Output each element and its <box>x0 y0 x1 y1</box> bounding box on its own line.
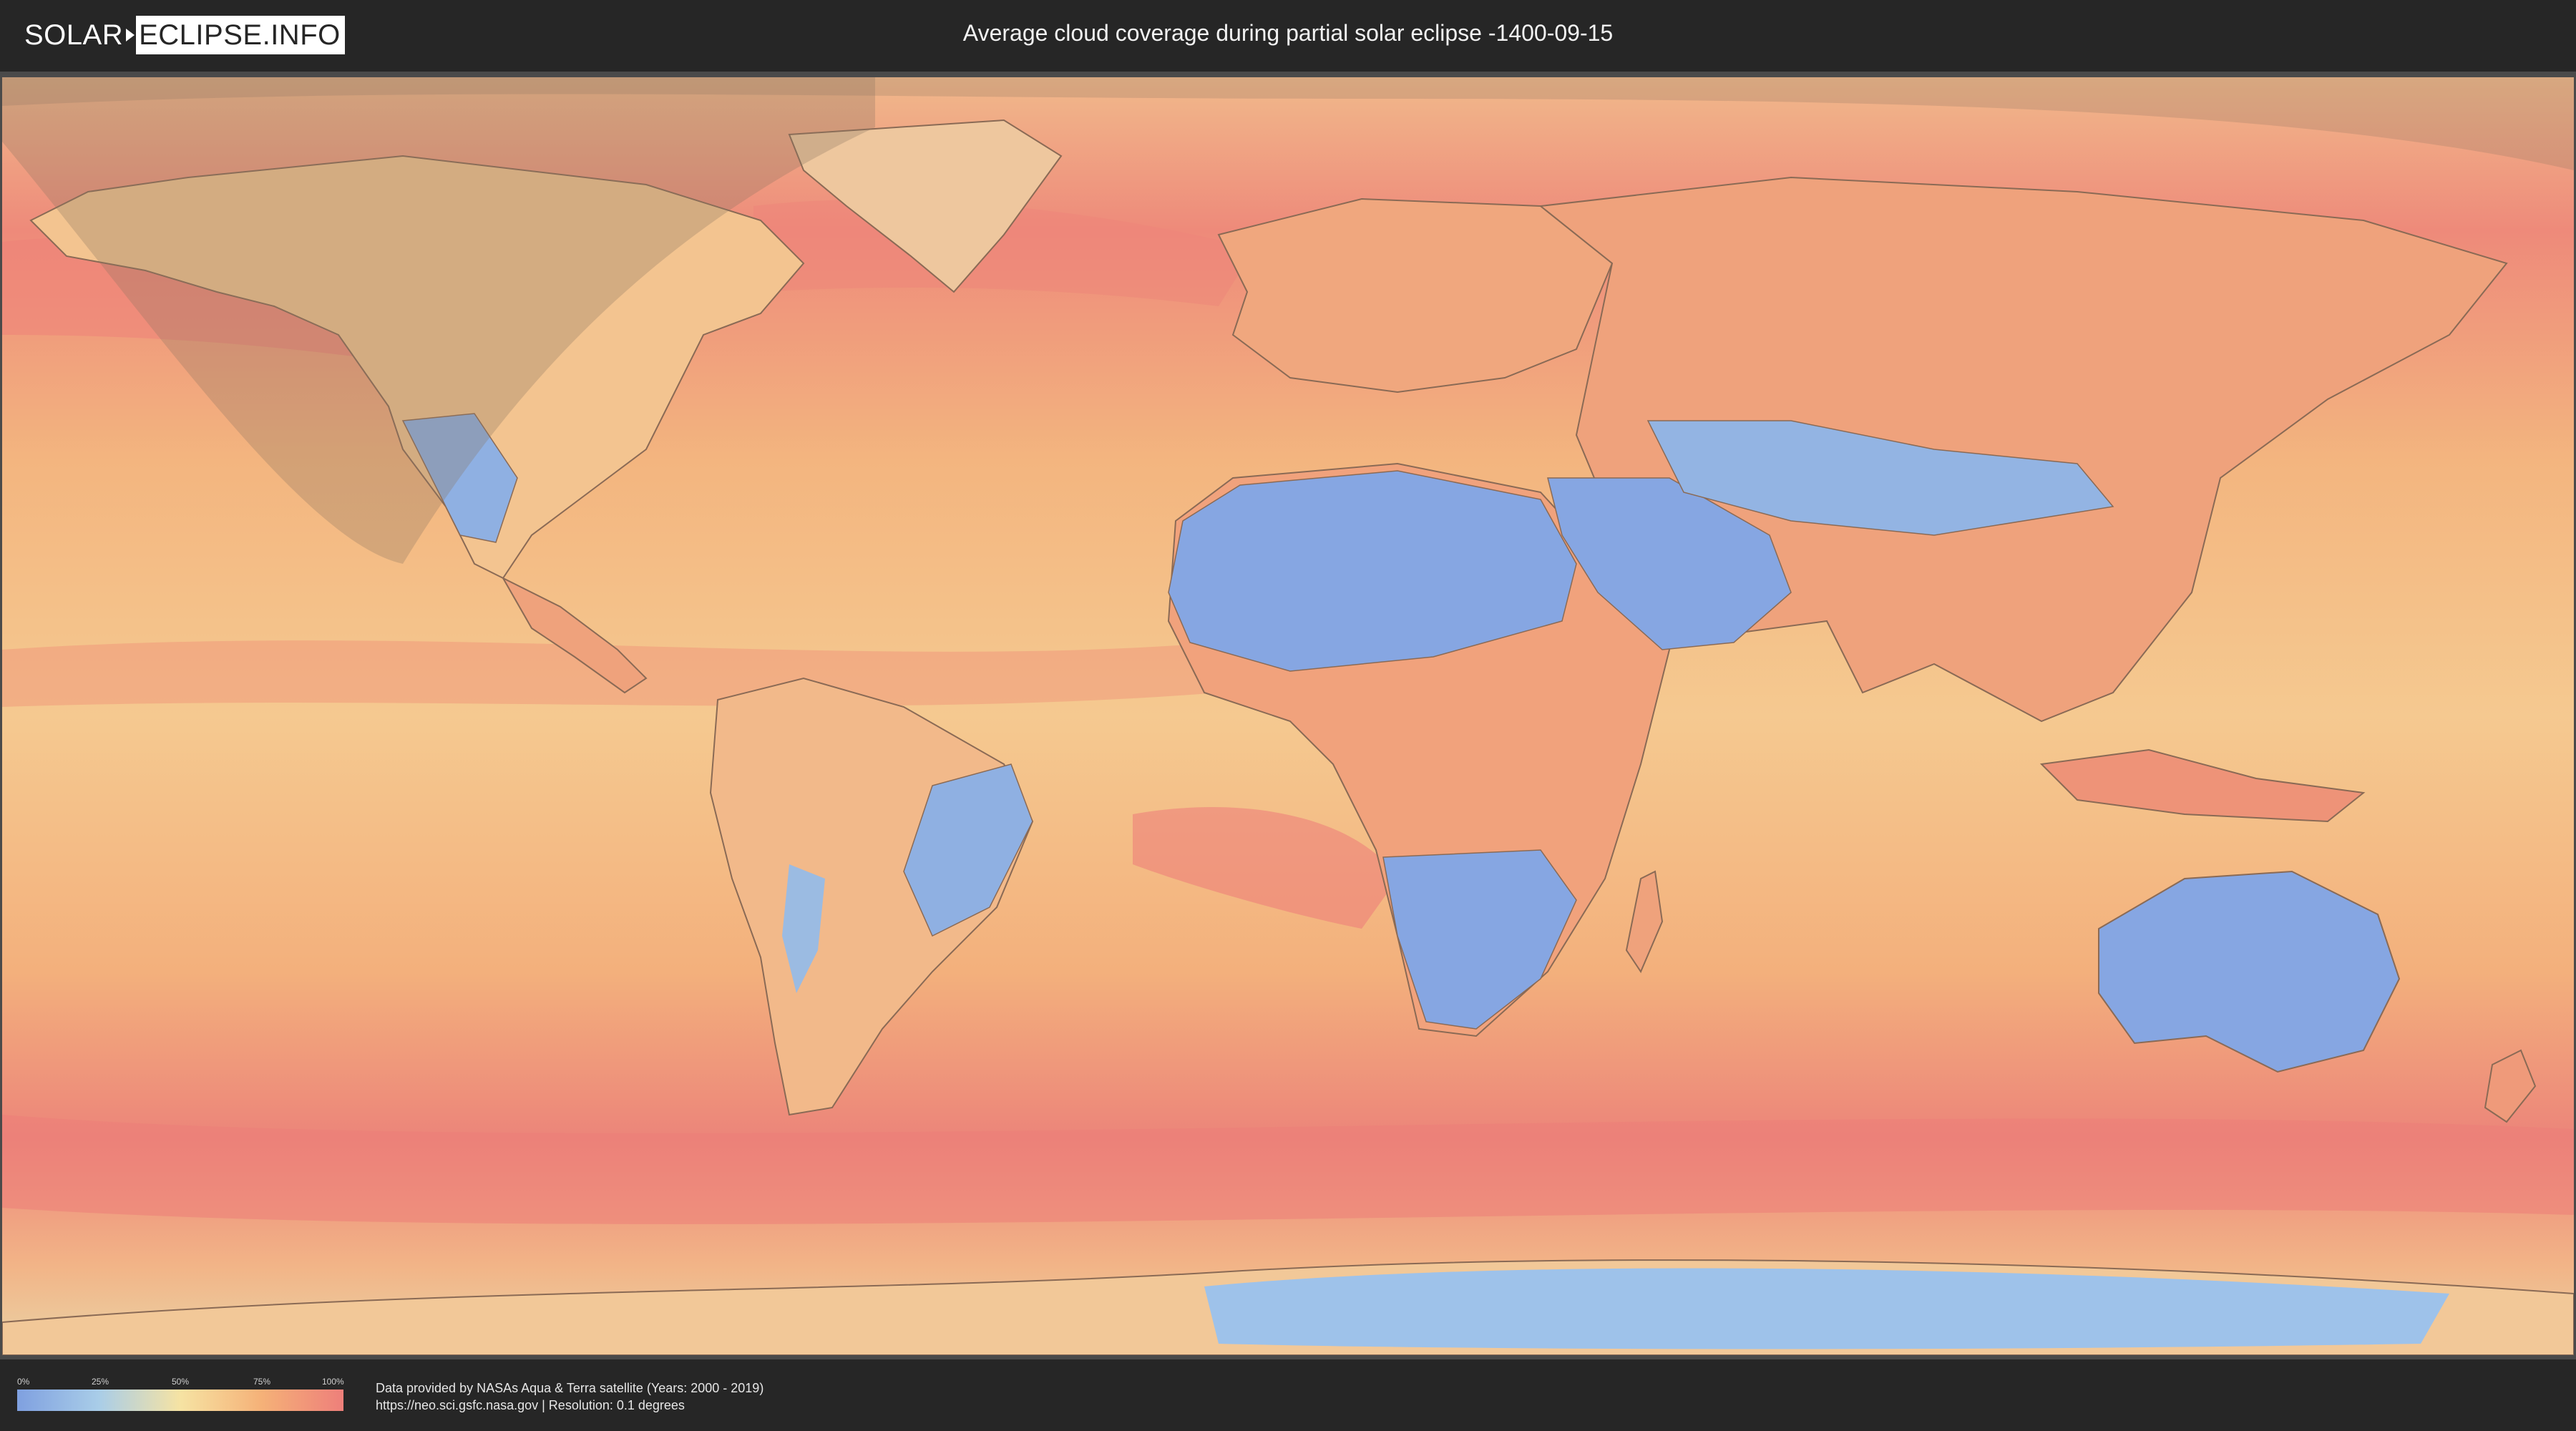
data-source: Data provided by NASAs Aqua & Terra sate… <box>376 1379 763 1414</box>
cloud-band-southern-ocean <box>2 1115 2574 1224</box>
legend-color-bar <box>17 1390 343 1411</box>
page-title: Average cloud coverage during partial so… <box>962 20 1614 46</box>
legend-tick: 0% <box>17 1377 30 1387</box>
legend-ticks: 0% 25% 50% 75% 100% <box>17 1377 344 1390</box>
legend-tick: 50% <box>172 1377 190 1387</box>
footer-bar: 0% 25% 50% 75% 100% Data provided by NAS… <box>0 1359 2576 1431</box>
legend-tick: 75% <box>253 1377 271 1387</box>
header-bar: SOLAR ECLIPSE.INFO Average cloud coverag… <box>0 0 2576 72</box>
legend-tick: 100% <box>322 1377 344 1387</box>
cloud-coverage-map[interactable] <box>2 77 2574 1355</box>
source-line-2[interactable]: https://neo.sci.gsfc.nasa.gov | Resoluti… <box>376 1397 763 1414</box>
cloud-coverage-legend: 0% 25% 50% 75% 100% <box>17 1377 344 1411</box>
map-frame <box>0 72 2576 1359</box>
legend-tick: 25% <box>92 1377 109 1387</box>
source-line-1: Data provided by NASAs Aqua & Terra sate… <box>376 1381 764 1395</box>
